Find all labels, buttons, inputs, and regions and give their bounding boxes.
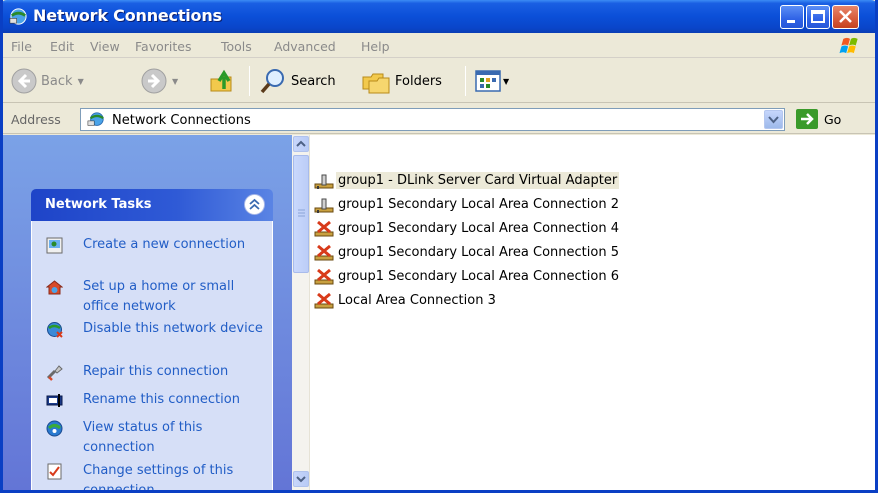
connection-name: group1 Secondary Local Area Connection 5 (338, 245, 619, 260)
connection-item[interactable]: group1 Secondary Local Area Connection 5 (314, 242, 621, 263)
back-button[interactable]: Back ▼ (11, 65, 84, 97)
back-label: Back (41, 73, 73, 89)
search-label: Search (291, 73, 336, 89)
maximize-button[interactable] (806, 5, 830, 29)
menu-tools[interactable]: Tools (221, 39, 252, 54)
chevron-down-icon (296, 476, 306, 483)
folders-label: Folders (395, 73, 442, 89)
menu-favorites[interactable]: Favorites (135, 39, 191, 54)
connected-adapter-icon (314, 174, 334, 189)
address-value: Network Connections (112, 113, 251, 128)
task-rename-connection-label: Rename this connection (83, 392, 240, 407)
address-dropdown-button[interactable] (764, 110, 783, 129)
toolbar-separator (465, 66, 466, 96)
forward-arrow-icon (141, 68, 167, 94)
task-disable-device-label: Disable this network device (83, 321, 263, 336)
forward-dropdown-icon[interactable]: ▼ (172, 77, 178, 86)
chevron-up-icon (296, 140, 306, 147)
rename-icon (46, 394, 63, 407)
repair-icon (46, 365, 63, 381)
menu-advanced[interactable]: Advanced (274, 39, 336, 54)
task-repair-connection-label: Repair this connection (83, 364, 229, 379)
views-icon (475, 70, 501, 92)
address-bar: Address Network Connections Go (3, 104, 875, 134)
network-connections-icon (9, 8, 27, 25)
connection-name: Local Area Connection 3 (338, 293, 496, 308)
network-tasks-list: Create a new connection Set up a home or… (31, 221, 273, 493)
windows-logo-icon (839, 37, 858, 54)
disable-device-icon (47, 322, 63, 338)
address-label: Address (11, 112, 61, 127)
task-create-connection-label: Create a new connection (83, 237, 246, 252)
up-folder-icon (210, 69, 232, 92)
toolbar: Back ▼ ▼ Search Folders ▼ (3, 59, 875, 103)
disconnected-adapter-icon (314, 244, 334, 260)
status-icon (46, 420, 63, 437)
home-network-icon (46, 280, 63, 295)
network-tasks-header[interactable]: Network Tasks (31, 189, 273, 221)
scroll-down-button[interactable] (293, 471, 309, 487)
address-input[interactable]: Network Connections (80, 108, 785, 131)
go-label: Go (824, 111, 842, 127)
task-pane: Network Tasks Create a new connection Se… (3, 135, 292, 490)
search-button[interactable]: Search (259, 65, 336, 97)
connection-name: group1 - DLink Server Card Virtual Adapt… (336, 172, 620, 189)
task-change-settings-label: Change settings of this connection (83, 463, 234, 493)
menu-file[interactable]: File (11, 39, 32, 54)
connection-item[interactable]: group1 Secondary Local Area Connection 4 (314, 218, 621, 239)
menu-bar: File Edit View Favorites Tools Advanced … (3, 33, 875, 58)
collapse-button[interactable] (244, 194, 265, 215)
connection-item[interactable]: Local Area Connection 3 (314, 290, 498, 311)
connection-name: group1 Secondary Local Area Connection 2 (338, 197, 619, 212)
menu-edit[interactable]: Edit (50, 39, 74, 54)
menu-help[interactable]: Help (361, 39, 390, 54)
close-button[interactable] (832, 5, 859, 29)
task-view-status-label: View status of this connection (83, 420, 203, 455)
task-home-network-label: Set up a home or small office network (83, 279, 235, 314)
maximize-icon (811, 10, 825, 23)
connected-adapter-icon (314, 198, 334, 213)
network-connections-icon (87, 112, 104, 126)
connections-list: group1 - DLink Server Card Virtual Adapt… (292, 135, 875, 490)
vertical-scrollbar[interactable] (292, 135, 310, 490)
toolbar-separator (249, 66, 250, 96)
menu-view[interactable]: View (90, 39, 120, 54)
disconnected-adapter-icon (314, 220, 334, 236)
forward-button[interactable]: ▼ (141, 65, 178, 97)
grip-icon (298, 209, 305, 217)
back-arrow-icon (11, 68, 37, 94)
network-tasks-title: Network Tasks (45, 197, 152, 212)
network-connections-window: Network Connections File Edit View Favor… (0, 0, 878, 493)
close-icon (839, 10, 852, 23)
up-folder-button[interactable] (209, 65, 237, 97)
minimize-button[interactable] (780, 5, 804, 29)
double-chevron-up-icon (249, 198, 260, 210)
scroll-up-button[interactable] (293, 136, 309, 152)
disconnected-adapter-icon (314, 292, 334, 308)
scroll-thumb[interactable] (293, 155, 309, 273)
folders-icon (362, 73, 390, 94)
minimize-icon (787, 20, 795, 23)
new-connection-icon (46, 237, 63, 254)
search-icon (260, 69, 284, 94)
connection-name: group1 Secondary Local Area Connection 4 (338, 221, 619, 236)
views-button[interactable]: ▼ (475, 65, 509, 97)
settings-icon (47, 463, 62, 480)
window-title: Network Connections (33, 6, 222, 25)
folders-button[interactable]: Folders (361, 65, 442, 97)
connection-item[interactable]: group1 - DLink Server Card Virtual Adapt… (314, 170, 620, 191)
disconnected-adapter-icon (314, 268, 334, 284)
back-dropdown-icon[interactable]: ▼ (78, 77, 84, 86)
chevron-down-icon (768, 116, 779, 124)
go-button[interactable]: Go (796, 109, 841, 129)
go-arrow-icon (796, 109, 818, 129)
connection-name: group1 Secondary Local Area Connection 6 (338, 269, 619, 284)
views-dropdown-icon[interactable]: ▼ (503, 77, 509, 86)
connection-item[interactable]: group1 Secondary Local Area Connection 6 (314, 266, 621, 287)
content-area: Network Tasks Create a new connection Se… (3, 135, 875, 490)
title-bar[interactable]: Network Connections (3, 0, 875, 33)
connection-item[interactable]: group1 Secondary Local Area Connection 2 (314, 194, 621, 215)
